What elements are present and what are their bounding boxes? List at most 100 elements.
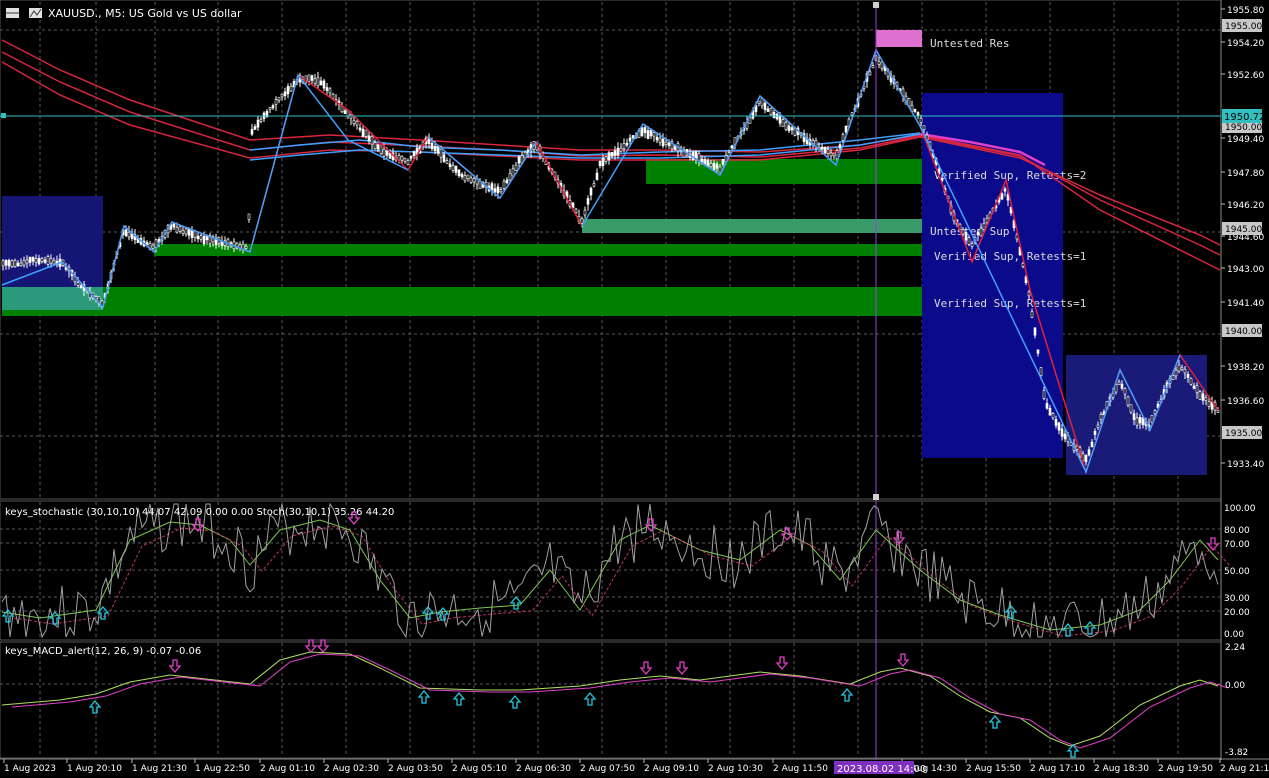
price-level-badge-text: 1950.00 — [1225, 123, 1262, 133]
candle-body — [595, 172, 599, 180]
time-label: 2 Aug 15:50 — [966, 764, 1021, 774]
macd-panel[interactable] — [0, 641, 1222, 759]
candle-body — [352, 120, 356, 124]
stochastic-title: keys_stochastic (30,10,10) 44.07 42.09 0… — [5, 507, 394, 518]
candle-body — [439, 149, 443, 158]
candle-body — [1177, 364, 1181, 372]
candle-body — [1087, 449, 1091, 456]
candle-body — [1189, 378, 1193, 385]
candle-body — [22, 260, 26, 266]
candle-body — [16, 262, 20, 267]
price-label: 1946.20 — [1227, 201, 1264, 211]
candle-body — [178, 226, 182, 232]
candle-body — [19, 262, 23, 266]
verified-sup-1a-zone — [154, 244, 922, 256]
candle-body — [34, 258, 38, 263]
candle-body — [1051, 413, 1055, 419]
candle-body — [1207, 401, 1211, 407]
candle-body — [1138, 417, 1142, 424]
candle-body — [316, 77, 320, 86]
candle-body — [652, 132, 656, 137]
candle-body — [40, 258, 44, 262]
candle-body — [730, 145, 734, 149]
candle-body — [76, 282, 80, 286]
time-label: 2 Aug 01:10 — [260, 764, 315, 774]
candle-body — [589, 187, 593, 196]
candle-body — [982, 223, 986, 230]
candle-body — [289, 85, 293, 92]
candle-body — [1123, 388, 1127, 395]
candle-body — [430, 142, 434, 150]
stochastic-axis: 100.00 80.00 70.00 50.00 30.00 20.00 0.00 — [1224, 504, 1256, 640]
candle-body — [586, 198, 590, 205]
candle-body — [1099, 414, 1103, 420]
candle-body — [979, 227, 983, 237]
candle-body — [1150, 415, 1154, 423]
time-label: 2 Aug 02:30 — [324, 764, 379, 774]
candle-body — [913, 108, 917, 112]
candle-body — [613, 150, 617, 156]
price-label: 1954.20 — [1227, 39, 1264, 49]
candle-body — [355, 121, 359, 126]
candle-body — [829, 152, 833, 157]
candle-body — [1, 260, 5, 267]
candle-body — [286, 86, 290, 95]
candle-body — [631, 135, 635, 139]
time-label: 2 Aug 09:10 — [644, 764, 699, 774]
candle-body — [616, 147, 620, 156]
current-price-marker-left — [1, 113, 6, 118]
candle-body — [502, 180, 506, 189]
stoch-level-label: 80.00 — [1224, 526, 1250, 536]
candle-body — [1048, 407, 1052, 416]
stoch-level-label: 100.00 — [1224, 504, 1256, 514]
crosshair-handle-top[interactable] — [873, 2, 879, 8]
candle-body — [1195, 385, 1199, 393]
macd-level-label: -3.82 — [1225, 748, 1248, 758]
candle-body — [1000, 193, 1004, 200]
candle-body — [769, 108, 773, 115]
candle-body — [79, 285, 83, 289]
candle-body — [454, 165, 458, 173]
candle-body — [313, 78, 317, 84]
candle-body — [844, 125, 848, 133]
candle-body — [868, 71, 872, 76]
verified-sup-1b-zone — [2, 287, 922, 316]
candle-body — [472, 178, 476, 183]
stoch-level-label: 30.00 — [1224, 594, 1250, 604]
stochastic-panel[interactable] — [0, 500, 1222, 641]
candle-body — [574, 208, 578, 213]
candle-body — [271, 105, 275, 109]
candle-body — [256, 119, 260, 128]
price-label: 1933.40 — [1227, 460, 1264, 470]
candle-body — [310, 75, 314, 81]
candle-body — [664, 141, 668, 145]
candle-body — [1093, 430, 1097, 435]
candle-body — [772, 111, 776, 119]
candle-body — [880, 61, 884, 69]
stoch-level-label: 50.00 — [1224, 567, 1250, 577]
candle-body — [763, 102, 767, 110]
trading-chart[interactable]: Untested Res Verified Sup, Retests=2 Unt… — [0, 0, 1269, 778]
price-label: 1943.00 — [1227, 265, 1264, 275]
candle-body — [442, 154, 446, 162]
candle-body — [49, 258, 53, 264]
candle-body — [1129, 404, 1133, 413]
verified-sup-2-zone — [646, 159, 922, 184]
crosshair-handle-bottom[interactable] — [873, 494, 879, 500]
candle-body — [4, 260, 8, 266]
candle-body — [967, 237, 971, 245]
candle-body — [445, 160, 449, 164]
candle-body — [628, 137, 632, 142]
candle-body — [250, 129, 254, 135]
candle-body — [367, 135, 371, 142]
candle-body — [1186, 374, 1190, 378]
candle-body — [1045, 403, 1049, 409]
time-label: 1 Aug 21:30 — [132, 764, 187, 774]
macd-axis: 2.24 0.00 -3.82 — [1225, 643, 1248, 758]
candle-body — [385, 150, 389, 156]
candle-body — [274, 99, 278, 105]
candle-body — [508, 173, 512, 181]
time-label: 1 Aug 20:10 — [67, 764, 122, 774]
candle-body — [709, 163, 713, 167]
candle-body — [370, 135, 374, 145]
